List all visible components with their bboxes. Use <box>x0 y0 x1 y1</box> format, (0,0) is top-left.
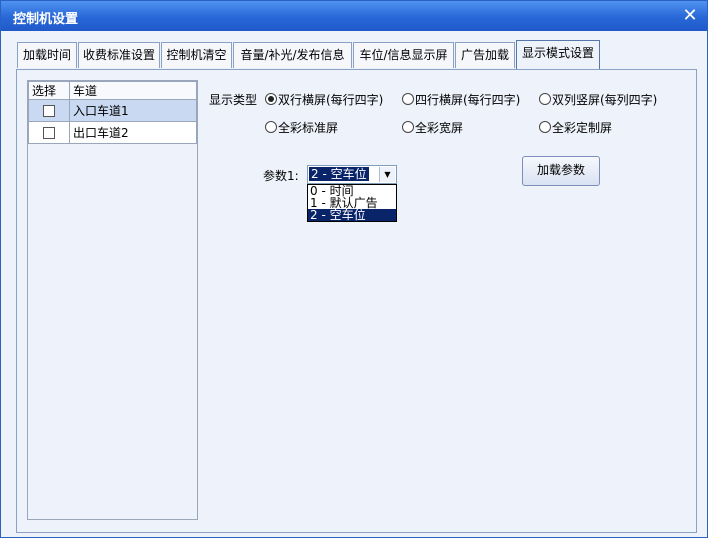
display-type-label: 显示类型 <box>209 93 258 107</box>
tab-display-mode[interactable]: 显示模式设置 <box>516 40 600 70</box>
column-header-select: 选择 <box>28 81 70 100</box>
title-bar: 控制机设置 ✕ <box>1 1 707 31</box>
lane-table: 选择 车道 入口车道1 出口车道2 <box>28 81 197 144</box>
display-mode-panel: 选择 车道 入口车道1 出口车道2 显示类型 双行横屏(每行四字) 四行横屏(每… <box>16 69 697 533</box>
tab-fee-standard[interactable]: 收费标准设置 <box>78 42 160 68</box>
chevron-down-icon[interactable]: ▼ <box>379 167 395 182</box>
tab-space-info-display[interactable]: 车位/信息显示屏 <box>353 42 454 68</box>
radio-icon <box>402 93 414 105</box>
param1-selected-value: 2 - 空车位 <box>309 167 369 181</box>
radio-four-row-horizontal[interactable]: 四行横屏(每行四字) <box>402 91 520 108</box>
lane-row[interactable]: 入口车道1 <box>28 99 197 122</box>
param1-select[interactable]: 2 - 空车位 ▼ <box>307 165 397 184</box>
lane-row[interactable]: 出口车道2 <box>28 121 197 144</box>
tab-load-time[interactable]: 加载时间 <box>17 42 77 68</box>
window-title: 控制机设置 <box>13 12 79 27</box>
lane-name: 入口车道1 <box>69 99 197 122</box>
lane-name: 出口车道2 <box>69 121 197 144</box>
radio-full-color-custom[interactable]: 全彩定制屏 <box>539 119 612 136</box>
radio-icon <box>402 121 414 133</box>
radio-dual-row-horizontal[interactable]: 双行横屏(每行四字) <box>265 91 383 108</box>
radio-icon <box>265 121 277 133</box>
settings-window: 控制机设置 ✕ 加载时间 收费标准设置 控制机清空 音量/补光/发布信息 车位/… <box>0 0 708 538</box>
radio-full-color-wide[interactable]: 全彩宽屏 <box>402 119 463 136</box>
close-icon[interactable]: ✕ <box>681 7 699 25</box>
param1-label: 参数1: <box>263 169 299 183</box>
lane-checkbox[interactable] <box>43 105 55 117</box>
radio-full-color-standard[interactable]: 全彩标准屏 <box>265 119 338 136</box>
lane-checkbox[interactable] <box>43 127 55 139</box>
tab-ad-load[interactable]: 广告加载 <box>455 42 515 68</box>
radio-dual-column-vertical[interactable]: 双列竖屏(每列四字) <box>539 91 657 108</box>
dropdown-option-empty-space[interactable]: 2 - 空车位 <box>308 209 396 221</box>
load-params-button[interactable]: 加载参数 <box>522 156 600 186</box>
radio-checked-icon <box>265 93 277 105</box>
column-header-lane: 车道 <box>69 81 197 100</box>
radio-icon <box>539 93 551 105</box>
param1-dropdown-list: 0 - 时间 1 - 默认广告 2 - 空车位 <box>307 184 397 222</box>
tab-volume-light-publish[interactable]: 音量/补光/发布信息 <box>233 42 352 68</box>
radio-icon <box>539 121 551 133</box>
lane-list: 选择 车道 入口车道1 出口车道2 <box>27 80 198 520</box>
tab-controller-clear[interactable]: 控制机清空 <box>161 42 232 68</box>
